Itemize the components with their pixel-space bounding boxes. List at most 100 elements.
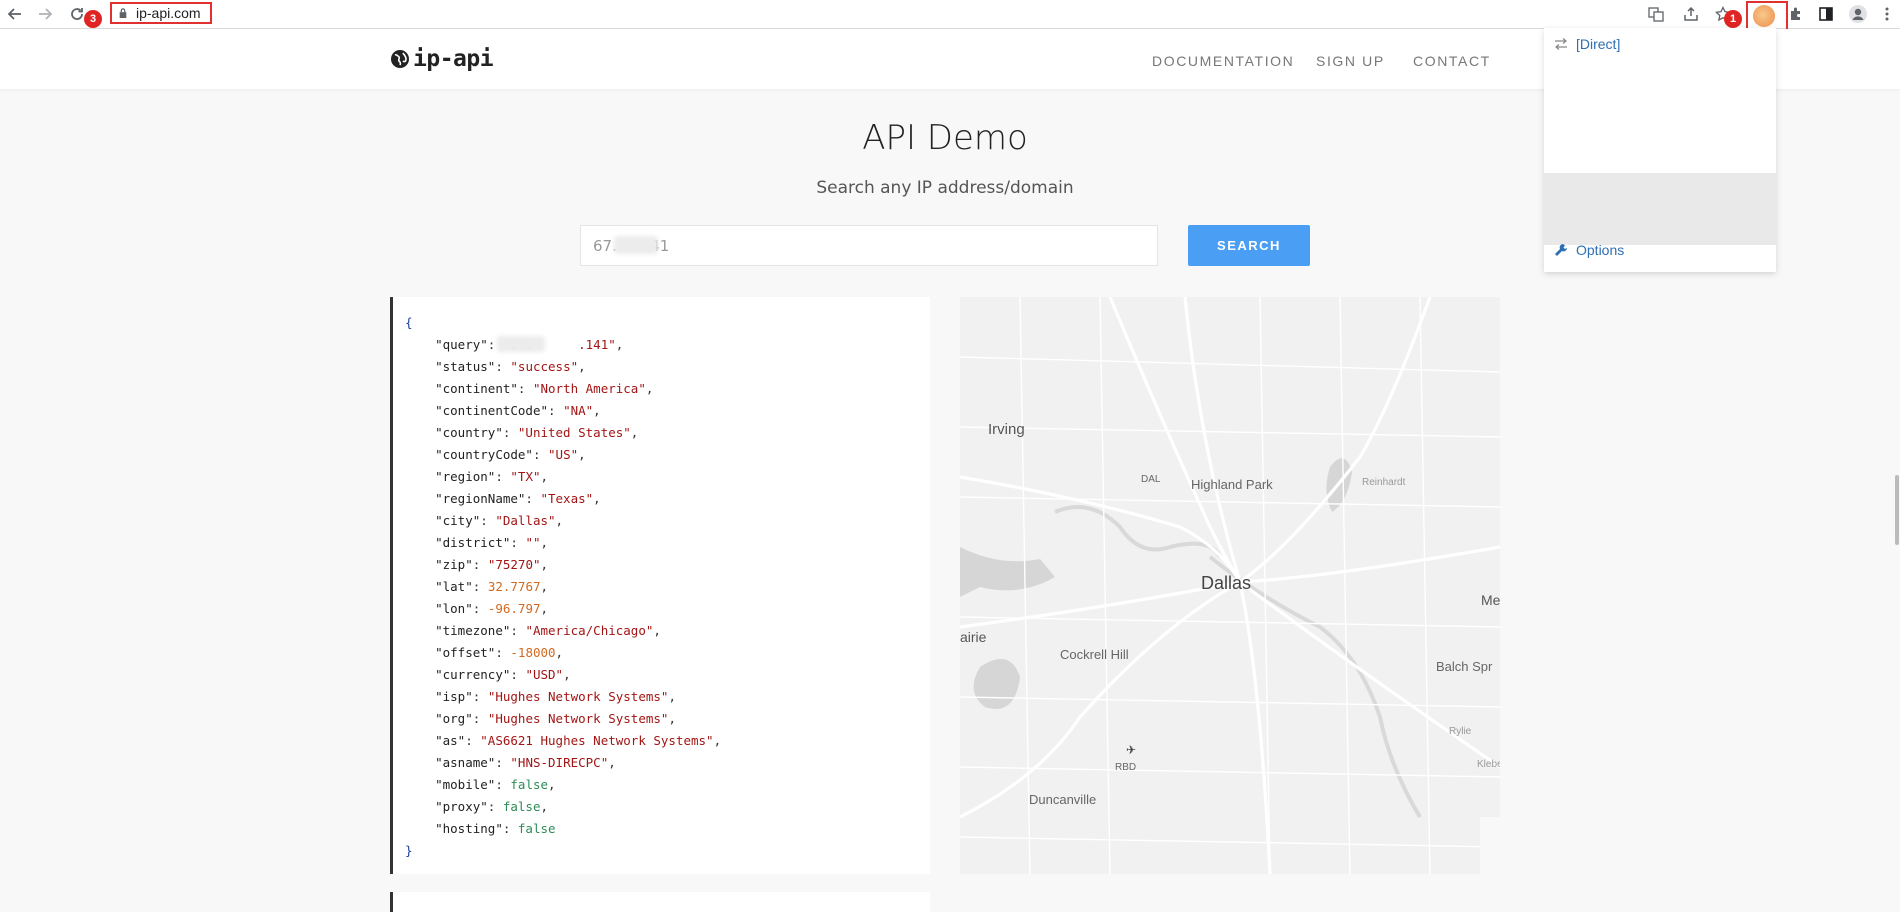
json-key: "isp" — [435, 689, 473, 704]
proxy-direct-item[interactable]: [Direct] — [1554, 36, 1620, 52]
page-scrollbar[interactable] — [1895, 475, 1899, 545]
json-key: "continent" — [435, 381, 518, 396]
json-comma: , — [555, 645, 564, 660]
map-label-dallas: Dallas — [1201, 573, 1252, 593]
json-comma: , — [608, 755, 616, 770]
map-label-dal: DAL — [1141, 474, 1161, 485]
site-logo[interactable]: ip-api — [390, 46, 494, 72]
json-field-row: "lat": 32.7767, — [435, 579, 549, 594]
proxy-options-label: Options — [1576, 242, 1625, 258]
json-key: "asname" — [435, 755, 496, 770]
json-key: "continentCode" — [435, 403, 548, 418]
puzzle-icon[interactable] — [1785, 3, 1807, 25]
json-field-row: "continentCode": "NA", — [435, 403, 601, 418]
json-value: "United States" — [517, 425, 631, 440]
browser-toolbar: 3 ip-api.com 1 — [0, 0, 1900, 31]
json-comma: , — [653, 623, 661, 638]
side-panel-icon[interactable] — [1815, 3, 1837, 25]
json-key: "city" — [435, 513, 481, 528]
json-value: false — [510, 777, 549, 792]
map-label-kleberg: Klebe — [1477, 759, 1500, 770]
switch-arrows-icon — [1555, 38, 1567, 50]
json-key: "status" — [435, 359, 496, 374]
json-key: "org" — [435, 711, 473, 726]
json-comma: , — [630, 425, 639, 440]
globe-icon — [391, 50, 409, 68]
nav-contact[interactable]: CONTACT — [1413, 53, 1491, 69]
json-comma: , — [668, 689, 676, 704]
json-key: "lon" — [435, 601, 473, 616]
json-field-row: "status": "success", — [435, 359, 586, 374]
proxy-extension-icon[interactable] — [1753, 5, 1775, 27]
json-field-row: "zip": "75270", — [435, 557, 549, 572]
json-value: -18000 — [510, 645, 556, 660]
forward-icon[interactable] — [34, 3, 56, 25]
json-value: "AS6621 Hughes Network Systems" — [480, 733, 714, 748]
json-result-panel: { "query": "67. .141", "status": "succes… — [390, 297, 930, 874]
url-text: ip-api.com — [136, 5, 201, 21]
json-field-row: "city": "Dallas", — [435, 513, 564, 528]
second-panel-edge — [390, 892, 930, 912]
map-label-rylie: Rylie — [1449, 726, 1472, 737]
json-field-row: "org": "Hughes Network Systems", — [435, 711, 676, 726]
json-field-row: "mobile": false, — [435, 777, 556, 792]
json-key: "region" — [435, 469, 496, 484]
map-label-cockrell-hill: Cockrell Hill — [1060, 647, 1129, 662]
json-field-row: "district": "", — [435, 535, 549, 550]
json-key: "currency" — [435, 667, 511, 682]
json-key: "proxy" — [435, 799, 488, 814]
map-corner-mask — [1480, 817, 1500, 874]
location-map[interactable]: Irving DAL Highland Park Reinhardt Dalla… — [960, 297, 1500, 874]
nav-documentation[interactable]: DOCUMENTATION — [1152, 53, 1294, 69]
json-field-row: "timezone": "America/Chicago", — [435, 623, 661, 638]
proxy-options-item[interactable]: Options — [1554, 242, 1624, 258]
json-key: "regionName" — [435, 491, 526, 506]
back-icon[interactable] — [4, 3, 26, 25]
json-key: "hosting" — [435, 821, 503, 836]
json-field-row: "countryCode": "US", — [435, 447, 586, 462]
json-comma: , — [540, 601, 549, 616]
nav-sign-up[interactable]: SIGN UP — [1316, 53, 1385, 69]
translate-icon[interactable] — [1645, 3, 1667, 25]
proxy-extension-popup: [Direct] Options — [1544, 28, 1776, 272]
json-field-row: "country": "United States", — [435, 425, 639, 440]
json-field-row: "as": "AS6621 Hughes Network Systems", — [435, 733, 722, 748]
json-value: "" — [525, 535, 541, 550]
json-comma: , — [578, 359, 586, 374]
json-key: "mobile" — [435, 777, 496, 792]
extension-annotation-badge: 1 — [1724, 10, 1742, 28]
share-icon[interactable] — [1680, 3, 1702, 25]
map-label-mesquite: Me — [1481, 592, 1500, 608]
search-button[interactable]: SEARCH — [1188, 225, 1310, 266]
json-field-row: "regionName": "Texas", — [435, 491, 601, 506]
json-key: "countryCode" — [435, 447, 533, 462]
json-value: "HNS-DIRECPC" — [510, 755, 609, 770]
menu-kebab-icon[interactable] — [1876, 3, 1898, 25]
address-bar[interactable]: ip-api.com — [110, 2, 212, 24]
json-field-row: "region": "TX", — [435, 469, 549, 484]
json-comma: , — [713, 733, 722, 748]
lock-icon — [119, 8, 127, 18]
json-value: "US" — [548, 447, 579, 462]
map-label-irving: Irving — [988, 421, 1025, 438]
json-value: false — [517, 821, 556, 836]
logo-text: ip-api — [413, 46, 494, 72]
json-key: "timezone" — [435, 623, 511, 638]
airport-icon: ✈ — [1126, 743, 1137, 757]
ip-search-input[interactable] — [580, 225, 1158, 266]
url-annotation-badge: 3 — [84, 10, 102, 28]
json-comma: , — [593, 491, 601, 506]
map-label-balch-springs: Balch Spr — [1436, 659, 1493, 674]
json-field-row: "asname": "HNS-DIRECPC", — [435, 755, 616, 770]
json-comma: , — [593, 403, 601, 418]
json-value: "TX" — [510, 469, 541, 484]
profile-avatar-icon[interactable] — [1847, 3, 1869, 25]
proxy-direct-label: [Direct] — [1576, 36, 1621, 52]
json-comma: , — [563, 667, 571, 682]
map-label-highland-park: Highland Park — [1191, 477, 1273, 492]
json-value: "Hughes Network Systems" — [487, 689, 669, 704]
redacted-mask — [614, 236, 658, 254]
json-value: "success" — [510, 359, 579, 374]
json-field-row: "offset": -18000, — [435, 645, 564, 660]
wrench-icon — [1555, 244, 1567, 256]
